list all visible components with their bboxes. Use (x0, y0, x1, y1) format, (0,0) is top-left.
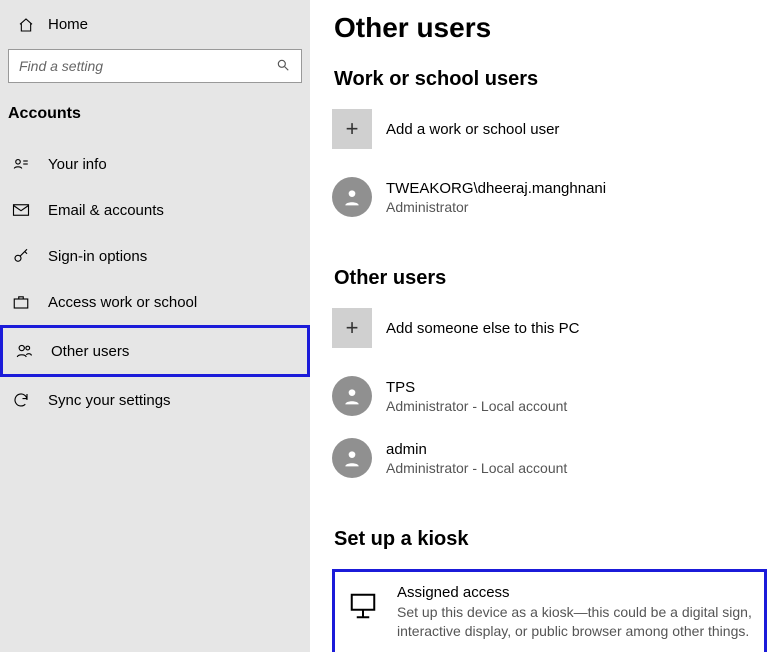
other-user-row[interactable]: admin Administrator - Local account (332, 438, 767, 478)
user-name: TPS (386, 379, 567, 396)
avatar-icon (332, 177, 372, 217)
user-text: TWEAKORG\dheeraj.manghnani Administrator (386, 180, 606, 215)
add-other-user-button[interactable]: + Add someone else to this PC (332, 308, 767, 348)
sidebar-section-title: Accounts (0, 97, 310, 141)
home-icon (18, 17, 34, 33)
home-label: Home (48, 16, 88, 33)
user-name: TWEAKORG\dheeraj.manghnani (386, 180, 606, 197)
search-input[interactable] (8, 49, 302, 83)
sidebar-item-sync-settings[interactable]: Sync your settings (0, 377, 310, 423)
sidebar-item-sign-in-options[interactable]: Sign-in options (0, 233, 310, 279)
avatar-icon (332, 376, 372, 416)
work-school-user-row[interactable]: TWEAKORG\dheeraj.manghnani Administrator (332, 177, 767, 217)
user-text: TPS Administrator - Local account (386, 379, 567, 414)
sidebar-item-label: Your info (48, 156, 107, 173)
sidebar-item-label: Other users (51, 343, 129, 360)
plus-icon: + (332, 109, 372, 149)
other-users-heading: Other users (334, 267, 767, 290)
kiosk-description: Set up this device as a kiosk—this could… (397, 603, 754, 641)
sidebar-item-other-users[interactable]: Other users (0, 325, 310, 377)
sidebar-item-label: Sync your settings (48, 392, 171, 409)
user-role: Administrator - Local account (386, 398, 567, 414)
briefcase-icon (12, 293, 30, 311)
kiosk-text: Assigned access Set up this device as a … (397, 584, 754, 641)
add-work-school-label: Add a work or school user (386, 121, 559, 138)
sidebar: Home Accounts Your info Email & accounts (0, 0, 310, 652)
kiosk-title: Assigned access (397, 584, 754, 601)
mail-icon (12, 201, 30, 219)
page-title: Other users (334, 12, 767, 44)
sidebar-item-your-info[interactable]: Your info (0, 141, 310, 187)
user-role: Administrator - Local account (386, 460, 567, 476)
main-content: Other users Work or school users + Add a… (310, 0, 777, 652)
user-role: Administrator (386, 199, 606, 215)
assigned-access-button[interactable]: Assigned access Set up this device as a … (332, 569, 767, 652)
search-wrap (8, 49, 302, 83)
kiosk-heading: Set up a kiosk (334, 528, 767, 551)
user-name: admin (386, 441, 567, 458)
people-icon (15, 342, 33, 360)
key-icon (12, 247, 30, 265)
work-school-heading: Work or school users (334, 68, 767, 91)
sidebar-item-label: Email & accounts (48, 202, 164, 219)
sync-icon (12, 391, 30, 409)
other-user-row[interactable]: TPS Administrator - Local account (332, 376, 767, 416)
sidebar-item-access-work-school[interactable]: Access work or school (0, 279, 310, 325)
plus-icon: + (332, 308, 372, 348)
avatar-icon (332, 438, 372, 478)
sidebar-item-email-accounts[interactable]: Email & accounts (0, 187, 310, 233)
person-card-icon (12, 155, 30, 173)
sidebar-item-label: Sign-in options (48, 248, 147, 265)
user-text: admin Administrator - Local account (386, 441, 567, 476)
add-work-school-user-button[interactable]: + Add a work or school user (332, 109, 767, 149)
kiosk-monitor-icon (345, 588, 381, 624)
add-other-user-label: Add someone else to this PC (386, 320, 579, 337)
home-button[interactable]: Home (0, 10, 310, 43)
sidebar-item-label: Access work or school (48, 294, 197, 311)
